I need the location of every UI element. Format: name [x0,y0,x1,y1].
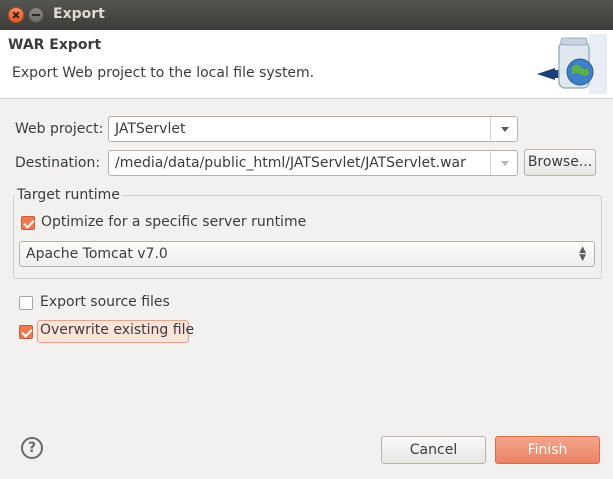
web-project-combo[interactable]: JATServlet [108,116,518,142]
target-runtime-group-title: Target runtime [15,187,122,203]
help-icon[interactable]: ? [21,437,43,459]
destination-value: /media/data/public_html/JATServlet/JATSe… [115,155,466,171]
overwrite-checkbox[interactable] [19,325,33,339]
wizard-description: Export Web project to the local file sys… [12,65,315,81]
overwrite-label[interactable]: Overwrite existing file [40,322,194,338]
close-icon[interactable] [8,7,24,23]
cancel-button[interactable]: Cancel [381,436,486,464]
optimize-runtime-checkbox[interactable] [21,216,35,230]
title-bar: Export [0,0,613,31]
destination-dropdown-button[interactable] [490,151,517,175]
web-project-label: Web project: [15,121,104,137]
export-source-label[interactable]: Export source files [40,294,170,310]
runtime-select-value: Apache Tomcat v7.0 [26,246,168,262]
minimize-icon[interactable] [28,7,44,23]
destination-label: Destination: [15,155,101,171]
optimize-runtime-label[interactable]: Optimize for a specific server runtime [41,214,306,230]
updown-arrows-icon: ▲ ▼ [579,245,586,263]
finish-button[interactable]: Finish [495,436,600,464]
window-title: Export [53,6,105,22]
runtime-select[interactable]: Apache Tomcat v7.0 ▲ ▼ [19,241,595,267]
wizard-title: WAR Export [8,37,102,53]
destination-combo[interactable]: /media/data/public_html/JATServlet/JATSe… [108,150,518,176]
web-project-dropdown-button[interactable] [490,117,517,141]
export-wizard-icon [537,34,607,94]
web-project-value: JATServlet [115,121,186,137]
browse-button[interactable]: Browse... [524,149,596,176]
dropdown-arrow-icon [501,161,509,166]
export-source-checkbox[interactable] [19,296,33,310]
dropdown-arrow-icon [501,127,509,132]
wizard-header: WAR Export Export Web project to the loc… [0,30,613,99]
